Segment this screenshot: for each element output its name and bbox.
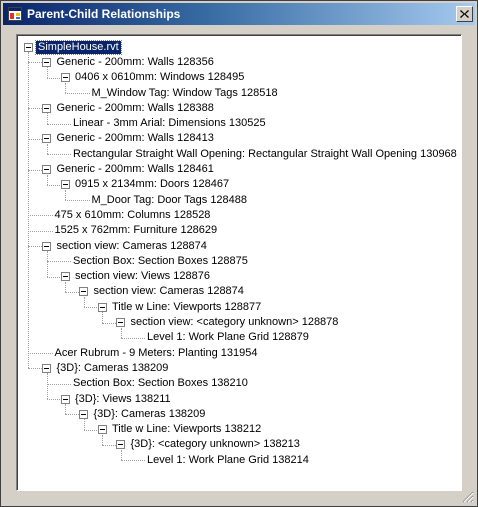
tree-connector-line [28, 353, 53, 355]
tree-collapse-icon[interactable] [60, 272, 70, 282]
tree-node[interactable]: {3D}: <category unknown> 138213 [131, 438, 300, 451]
tree-connector-line [83, 307, 97, 309]
tree-connector-line [65, 189, 66, 201]
parent-child-window: Parent-Child Relationships SimpleHouse.r… [0, 0, 478, 507]
tree-collapse-icon[interactable] [42, 363, 51, 373]
relationship-tree-view[interactable]: SimpleHouse.rvt Generic - 200mm: Walls 12… [16, 34, 462, 491]
resize-grip-icon[interactable] [462, 491, 474, 503]
tree-node[interactable]: Generic - 200mm: Walls 128461 [57, 163, 214, 176]
tree-connector-line [46, 77, 60, 79]
tree-connector-line [46, 383, 71, 385]
tree-node[interactable]: Generic - 200mm: Walls 128388 [57, 102, 214, 115]
tree-collapse-icon[interactable] [116, 318, 125, 328]
tree-connector-line [120, 449, 122, 461]
tree-node[interactable]: Generic - 200mm: Walls 128413 [57, 132, 214, 145]
tree-connector-line [83, 296, 85, 308]
tree-collapse-icon[interactable] [42, 165, 51, 175]
tree-connector-line [46, 67, 48, 78]
tree-node[interactable]: M_Window Tag: Window Tags 128518 [92, 87, 278, 100]
tree-connector-line [46, 276, 60, 278]
tree-collapse-icon[interactable] [60, 73, 70, 83]
tree-connector-line [46, 174, 48, 185]
tree-collapse-icon[interactable] [116, 440, 125, 450]
tree-node[interactable]: 0915 x 2134mm: Doors 128467 [75, 178, 229, 191]
tree-connector-line [28, 138, 42, 140]
tree-collapse-icon[interactable] [97, 425, 107, 435]
tree-connector-line [120, 460, 145, 462]
tree-connector-line [46, 154, 71, 156]
tree-connector-line [83, 429, 97, 431]
tree-node[interactable]: Title w Line: Viewports 138212 [112, 423, 261, 436]
tree-collapse-icon[interactable] [60, 394, 70, 404]
tree-connector-line [28, 246, 42, 248]
tree-connector-line [46, 399, 60, 401]
tree-connector-line [46, 184, 60, 186]
tree-collapse-icon[interactable] [42, 241, 51, 251]
tree-node[interactable]: {3D}: Cameras 138209 [57, 362, 169, 375]
tree-node[interactable]: section view: Cameras 128874 [94, 285, 244, 298]
tree-node[interactable]: Acer Rubrum - 9 Meters: Planting 131954 [55, 347, 258, 360]
tree-collapse-icon[interactable] [97, 302, 107, 312]
tree-connector-line [83, 419, 85, 430]
tree-connector-line [28, 215, 53, 217]
tree-connector-line [28, 368, 42, 370]
tree-connector-line [28, 52, 29, 369]
tree-connector-line [46, 113, 48, 124]
window-title: Parent-Child Relationships [27, 7, 181, 21]
tree-collapse-icon[interactable] [42, 103, 51, 113]
tree-node[interactable]: section view: Cameras 128874 [57, 240, 207, 253]
tree-connector-line [120, 337, 145, 339]
tree-connector-line [46, 261, 71, 263]
tree-connector-line [28, 230, 53, 232]
tree-connector-line [46, 251, 48, 277]
tree-collapse-icon[interactable] [42, 57, 51, 67]
tree-node[interactable]: 1525 x 762mm: Furniture 128629 [55, 224, 218, 237]
tree-connector-line [28, 169, 42, 171]
tree-node-selected[interactable]: SimpleHouse.rvt [35, 39, 122, 55]
close-icon [460, 10, 469, 18]
tree-collapse-icon[interactable] [42, 134, 51, 144]
tree-node[interactable]: Generic - 200mm: Walls 128356 [57, 56, 214, 69]
tree-connector-line [102, 312, 103, 323]
tree-connector-line [65, 291, 79, 293]
tree-node[interactable]: Section Box: Section Boxes 128875 [73, 255, 248, 268]
tree-collapse-icon[interactable] [23, 42, 33, 52]
tree-connector-line [65, 93, 90, 95]
close-button[interactable] [456, 6, 473, 22]
tree-collapse-icon[interactable] [60, 180, 70, 190]
tree-node[interactable]: {3D}: Cameras 138209 [94, 408, 206, 421]
tree-node[interactable]: section view: Views 128876 [75, 270, 210, 283]
tree-node[interactable]: Section Box: Section Boxes 138210 [73, 377, 248, 390]
tree-node[interactable]: Level 1: Work Plane Grid 138214 [147, 454, 309, 467]
tree-connector-line [102, 434, 103, 445]
tree-node[interactable]: {3D}: Views 138211 [75, 393, 171, 406]
tree-connector-line [46, 373, 48, 400]
tree-node[interactable]: M_Door Tag: Door Tags 128488 [92, 194, 248, 207]
tree-connector-line [65, 404, 66, 415]
tree-nodes: SimpleHouse.rvt Generic - 200mm: Walls 12… [17, 35, 461, 490]
tree-connector-line [120, 327, 122, 338]
tree-connector-line [46, 143, 48, 155]
tree-connector-line [102, 444, 116, 446]
tree-node[interactable]: 0406 x 0610mm: Windows 128495 [75, 71, 244, 84]
tree-connector-line [102, 322, 116, 324]
tree-node[interactable]: Title w Line: Viewports 128877 [112, 301, 261, 314]
tree-node[interactable]: section view: <category unknown> 128878 [131, 316, 339, 329]
tree-collapse-icon[interactable] [79, 409, 88, 419]
tree-node[interactable]: Level 1: Work Plane Grid 128879 [147, 331, 309, 344]
tree-connector-line [65, 200, 90, 202]
tree-connector-line [28, 108, 42, 110]
tree-collapse-icon[interactable] [79, 287, 88, 297]
tree-connector-line [65, 281, 66, 292]
tree-node[interactable]: Linear - 3mm Arial: Dimensions 130525 [73, 117, 266, 130]
window-app-icon[interactable] [8, 7, 22, 21]
tree-connector-line [65, 82, 66, 94]
tree-connector-line [28, 62, 42, 64]
tree-connector-line [46, 123, 71, 125]
title-bar[interactable]: Parent-Child Relationships [3, 3, 475, 25]
tree-connector-line [65, 414, 79, 416]
tree-node[interactable]: 475 x 610mm: Columns 128528 [55, 209, 211, 222]
tree-node[interactable]: Rectangular Straight Wall Opening: Recta… [73, 148, 457, 161]
